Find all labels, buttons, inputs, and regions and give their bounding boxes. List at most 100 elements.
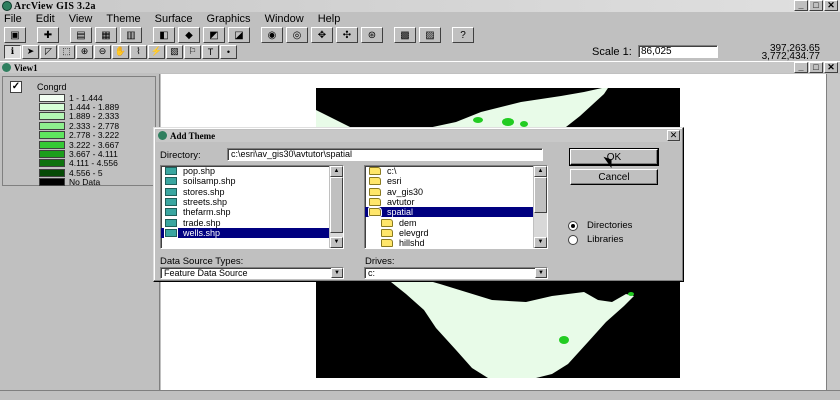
help-icon: ? bbox=[460, 29, 466, 41]
edit-legend-button[interactable]: ▦ bbox=[95, 27, 117, 43]
folder-list-scrollbar[interactable]: ▲ ▼ bbox=[533, 166, 547, 248]
pan-tool[interactable]: ✋ bbox=[112, 44, 129, 59]
dialog-logo-icon bbox=[158, 131, 167, 140]
menu-help[interactable]: Help bbox=[311, 13, 348, 25]
dropdown-arrow-icon[interactable]: ▼ bbox=[331, 268, 343, 278]
scroll-up-arrow-icon[interactable]: ▲ bbox=[534, 166, 547, 177]
folder-item[interactable]: esri bbox=[365, 176, 535, 186]
menu-theme[interactable]: Theme bbox=[99, 13, 147, 25]
folder-item[interactable]: avtutor bbox=[365, 197, 535, 207]
open-table-button[interactable]: ▥ bbox=[120, 27, 142, 43]
scroll-thumb[interactable] bbox=[534, 177, 547, 213]
locate-address-button[interactable]: ◆ bbox=[178, 27, 200, 43]
clear-selection-button[interactable]: ◎ bbox=[286, 27, 308, 43]
file-items: pop.shp soilsamp.shp stores.shp streets.shp… bbox=[161, 166, 343, 239]
map-calculator-button[interactable]: ◪ bbox=[228, 27, 250, 43]
radio-dot bbox=[568, 220, 578, 231]
file-item[interactable]: wells.shp bbox=[161, 227, 331, 239]
view-horizontal-scrollbar[interactable] bbox=[0, 390, 840, 400]
scroll-down-arrow-icon[interactable]: ▼ bbox=[534, 237, 547, 248]
file-list-scrollbar[interactable]: ▲ ▼ bbox=[329, 166, 343, 248]
label-tool[interactable]: ⚐ bbox=[184, 44, 201, 59]
folder-item[interactable]: spatial bbox=[365, 207, 535, 218]
libraries-radio[interactable]: Libraries bbox=[568, 234, 623, 245]
select-icon: ◉ bbox=[267, 29, 277, 41]
file-item[interactable]: stores.shp bbox=[161, 187, 331, 197]
theme-visibility-checkbox[interactable]: ✓ bbox=[10, 81, 22, 93]
file-name: wells.shp bbox=[183, 227, 221, 238]
zoom-full-button[interactable]: ✥ bbox=[311, 27, 333, 43]
scale-input[interactable]: 86,025 bbox=[638, 45, 718, 58]
file-name: streets.shp bbox=[183, 197, 228, 208]
data-source-types-label: Data Source Types: bbox=[160, 256, 244, 267]
identify-tool[interactable]: ℹ bbox=[4, 44, 21, 59]
hotlink-tool[interactable]: ⚡ bbox=[148, 44, 165, 59]
draw-point-tool[interactable]: • bbox=[220, 44, 237, 59]
view-vertical-scrollbar[interactable] bbox=[826, 74, 840, 390]
help-button[interactable]: ? bbox=[452, 27, 474, 43]
menu-edit[interactable]: Edit bbox=[29, 13, 62, 25]
menu-file[interactable]: File bbox=[0, 13, 29, 25]
file-item[interactable]: streets.shp bbox=[161, 197, 331, 207]
measure-tool[interactable]: ⌇ bbox=[130, 44, 147, 59]
folder-name: elevgrd bbox=[399, 227, 429, 238]
scroll-thumb[interactable] bbox=[330, 177, 343, 233]
select-features-button[interactable]: ◉ bbox=[261, 27, 283, 43]
folder-item[interactable]: av_gis30 bbox=[365, 187, 535, 197]
dialog-close-button[interactable]: ✕ bbox=[667, 130, 680, 141]
zoom-out-button[interactable]: ▨ bbox=[419, 27, 441, 43]
drives-select[interactable]: c: ▼ bbox=[364, 267, 548, 279]
view-minimize-button[interactable]: _ bbox=[794, 62, 808, 73]
zoom-in-tool[interactable]: ⊕ bbox=[76, 44, 93, 59]
folder-item[interactable]: elevgrd bbox=[365, 228, 535, 238]
zoom-selected-button[interactable]: ⊛ bbox=[361, 27, 383, 43]
scroll-down-arrow-icon[interactable]: ▼ bbox=[330, 237, 343, 248]
cancel-button[interactable]: Cancel bbox=[570, 169, 658, 185]
directory-field[interactable]: c:\esri\av_gis30\avtutor\spatial bbox=[227, 148, 543, 161]
file-list[interactable]: pop.shp soilsamp.shp stores.shp streets.shp… bbox=[160, 165, 344, 249]
vertex-edit-tool[interactable]: ◸ bbox=[40, 44, 57, 59]
text-tool[interactable]: T bbox=[202, 44, 219, 59]
file-item[interactable]: soilsamp.shp bbox=[161, 176, 331, 186]
menu-graphics[interactable]: Graphics bbox=[200, 13, 258, 25]
data-source-types-select[interactable]: Feature Data Source ▼ bbox=[160, 267, 344, 279]
folder-name: c:\ bbox=[387, 166, 397, 177]
pointer-icon: ➤ bbox=[26, 46, 35, 56]
area-of-interest-tool[interactable]: ▧ bbox=[166, 44, 183, 59]
scroll-up-arrow-icon[interactable]: ▲ bbox=[330, 166, 343, 177]
view-maximize-button[interactable]: □ bbox=[809, 62, 823, 73]
theme-properties-button[interactable]: ▤ bbox=[70, 27, 92, 43]
land-surface-south bbox=[386, 272, 634, 378]
query-builder-button[interactable]: ◩ bbox=[203, 27, 225, 43]
pointer-tool[interactable]: ➤ bbox=[22, 44, 39, 59]
file-item[interactable]: thefarm.shp bbox=[161, 207, 331, 217]
find-button[interactable]: ◧ bbox=[153, 27, 175, 43]
zoom-in-button[interactable]: ▩ bbox=[394, 27, 416, 43]
menu-window[interactable]: Window bbox=[258, 13, 311, 25]
dropdown-arrow-icon[interactable]: ▼ bbox=[535, 268, 547, 278]
directories-radio[interactable]: Directories bbox=[568, 220, 632, 231]
folder-item[interactable]: c:\ bbox=[365, 166, 535, 176]
open-folder-icon bbox=[368, 207, 382, 218]
shapefile-icon bbox=[165, 177, 177, 186]
minimize-button[interactable]: _ bbox=[794, 0, 808, 11]
add-theme-button[interactable]: ✚ bbox=[37, 27, 59, 43]
libraries-label: Libraries bbox=[587, 234, 624, 245]
save-project-button[interactable]: ▣ bbox=[4, 27, 26, 43]
close-button[interactable]: ✕ bbox=[824, 0, 838, 11]
folder-item[interactable]: hillshd bbox=[365, 238, 535, 248]
view-close-button[interactable]: ✕ bbox=[824, 62, 838, 73]
menu-surface[interactable]: Surface bbox=[148, 13, 200, 25]
select-feature-tool[interactable]: ⬚ bbox=[58, 44, 75, 59]
open-folder-icon bbox=[369, 177, 381, 186]
folder-list[interactable]: c:\ esri av_gis30 avtutor spatial dem elevgrd h… bbox=[364, 165, 548, 249]
menu-view[interactable]: View bbox=[62, 13, 100, 25]
file-item[interactable]: trade.shp bbox=[161, 217, 331, 228]
zoom-active-button[interactable]: ✣ bbox=[336, 27, 358, 43]
maximize-button[interactable]: □ bbox=[809, 0, 823, 11]
theme-legend[interactable]: ✓ Congrd 1 - 1.444 1.444 - 1.889 1.889 - 2… bbox=[2, 76, 156, 187]
folder-item[interactable]: dem bbox=[365, 217, 535, 228]
legend-swatch bbox=[39, 131, 65, 140]
zoom-out-tool[interactable]: ⊖ bbox=[94, 44, 111, 59]
file-item[interactable]: pop.shp bbox=[161, 166, 331, 176]
